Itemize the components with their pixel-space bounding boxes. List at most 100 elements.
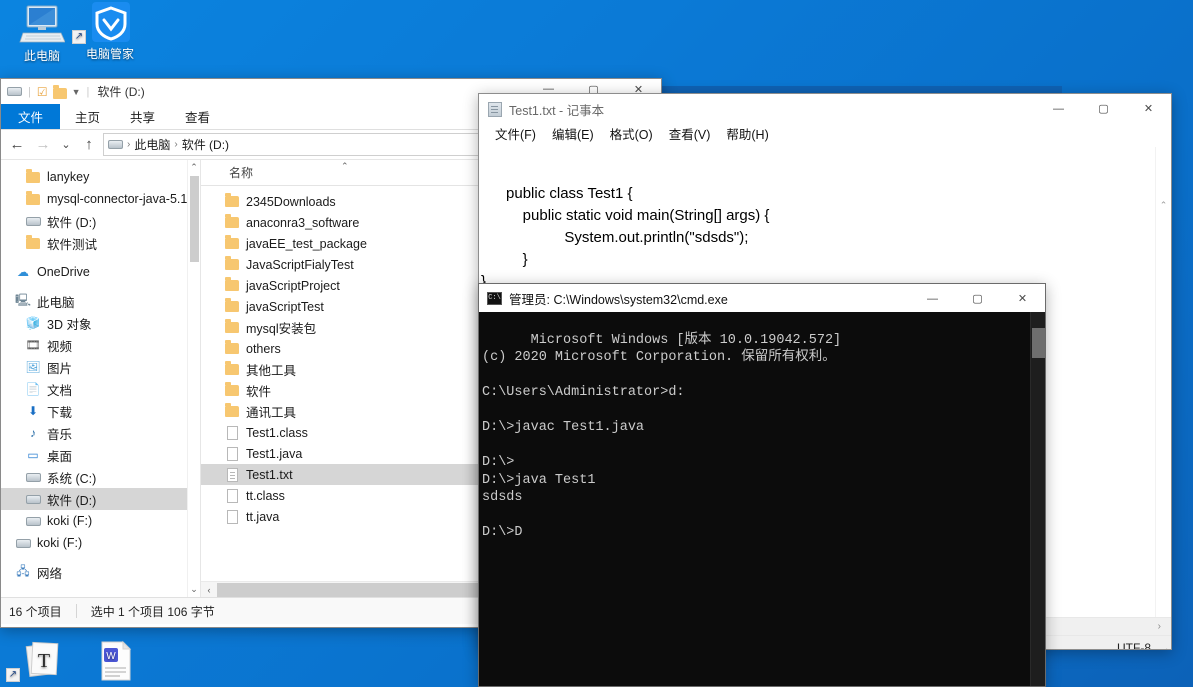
desktop-icon: ▭ [27,448,39,462]
up-button[interactable]: ↑ [77,133,101,157]
notepad-content[interactable]: public class Test1 { public static void … [481,185,769,290]
music-icon: ♪ [30,426,36,440]
breadcrumb-this-pc[interactable]: 此电脑 [134,136,170,153]
scroll-down-icon[interactable]: ⌄ [190,582,198,597]
sidebar-item-mysql-connector-java-5-1-49[interactable]: mysql-connector-java-5.1.49 [1,188,200,210]
file-icon [225,425,239,440]
sidebar-item-c[interactable]: 系统 (C:) [1,466,200,488]
folder-icon [225,277,239,291]
shortcut-arrow-icon: ↗ [72,30,86,44]
sidebar-item-[interactable]: 软件测试 [1,232,200,254]
shield-icon: ↗ [72,2,148,44]
maximize-button[interactable]: ▢ [1081,94,1126,123]
sidebar-item-[interactable]: 🖧 网络 [1,561,200,583]
font-file-icon: T ↗ [6,640,82,682]
sidebar-item-[interactable]: 📄 文档 [1,378,200,400]
sidebar-item-label: koki (F:) [47,514,93,528]
minimize-button[interactable]: — [1036,94,1081,123]
close-button[interactable]: ✕ [1000,284,1045,313]
scrollbar-thumb[interactable] [1032,328,1045,358]
notepad-menu-bar[interactable]: 文件(F) 编辑(E) 格式(O) 查看(V) 帮助(H) [479,124,1171,147]
sidebar-item-[interactable]: 🖳 此电脑 [1,290,200,312]
sidebar-item-label: OneDrive [37,265,90,279]
cmd-window-controls[interactable]: — ▢ ✕ [910,284,1045,313]
sidebar-item-label: 下载 [47,405,73,420]
menu-file[interactable]: 文件(F) [487,126,544,145]
address-breadcrumb-box[interactable]: › 此电脑 › 软件 (D:) ⌄ [103,133,519,156]
ribbon-tab-share[interactable]: 共享 [115,104,170,129]
sidebar-item-[interactable]: 🖼 图片 [1,356,200,378]
pictures-icon: 🖼 [25,360,41,374]
customize-dropdown-icon[interactable]: ▼ [72,87,81,97]
menu-edit[interactable]: 编辑(E) [544,126,602,145]
command-prompt-window[interactable]: C:\ 管理员: C:\Windows\system32\cmd.exe — ▢… [478,283,1046,687]
new-folder-icon[interactable] [52,84,67,99]
sidebar-item-d[interactable]: 软件 (D:) [1,210,200,232]
statusbar-expand-icon[interactable]: › [1158,621,1161,632]
sidebar-item-label: 网络 [37,566,63,581]
cmd-vertical-scrollbar[interactable]: ⌃ [1030,312,1045,686]
recent-locations-button[interactable]: ⌄ [57,133,75,157]
notepad-window-controls[interactable]: — ▢ ✕ [1036,94,1171,123]
resize-grip-icon[interactable]: ◢ [1160,646,1167,649]
file-name: javaEE_test_package [246,236,367,251]
sidebar-item-lanykey[interactable]: lanykey [1,166,200,188]
scroll-left-icon[interactable]: ‹ [201,585,217,595]
sidebar-item-label: 系统 (C:) [47,471,97,486]
explorer-navigation-pane[interactable]: lanykey mysql-connector-java-5.1.49 软件 (D:… [1,160,201,597]
folder-icon [225,319,239,333]
folder-icon [25,190,41,207]
folder-icon [225,214,239,228]
desktop-icon-label: 电脑管家 [85,47,134,61]
sidebar-item-koki-f[interactable]: koki (F:) [1,510,200,532]
notepad-titlebar[interactable]: Test1.txt - 记事本 — ▢ ✕ [479,94,1171,124]
file-name: 2345Downloads [246,194,336,209]
navigation-scrollbar[interactable]: ⌃ ⌄ [187,160,200,597]
forward-button[interactable]: → [31,133,55,157]
desktop-icon-font-file[interactable]: T ↗ [6,640,82,685]
desktop-icon-this-pc[interactable]: 此电脑 [4,4,80,64]
scrollbar-thumb[interactable] [190,176,199,262]
drive-icon [25,213,41,229]
breadcrumb-drive-d[interactable]: 软件 (D:) [182,136,229,153]
cmd-titlebar[interactable]: C:\ 管理员: C:\Windows\system32\cmd.exe — ▢… [479,284,1045,312]
sidebar-item-[interactable]: 🎞 视频 [1,334,200,356]
desktop-icon-pc-manager[interactable]: ↗ 电脑管家 [72,2,148,62]
sidebar-item-label: 文档 [47,383,73,398]
cmd-console-output[interactable]: Microsoft Windows [版本 10.0.19042.572] (c… [479,312,1045,686]
sidebar-item-koki-f[interactable]: koki (F:) [1,532,200,554]
menu-view[interactable]: 查看(V) [661,126,719,145]
sidebar-item-d[interactable]: 软件 (D:) [1,488,200,510]
sidebar-item-[interactable]: ⬇ 下载 [1,400,200,422]
minimize-button[interactable]: — [910,284,955,313]
toolbar-divider: | [28,85,31,98]
column-header-name[interactable]: 名称 [229,164,253,181]
scrollbar-thumb[interactable] [217,582,504,597]
file-name: tt.java [246,509,280,524]
ribbon-tab-view[interactable]: 查看 [170,104,225,129]
ribbon-tab-home[interactable]: 主页 [60,104,115,129]
sidebar-item-onedrive[interactable]: ☁ OneDrive [1,261,200,283]
desktop-icon-label: 此电脑 [23,49,60,63]
back-button[interactable]: ← [5,133,29,157]
sidebar-item-3d[interactable]: 🧊 3D 对象 [1,312,200,334]
folder-icon [225,256,239,270]
ribbon-tab-file[interactable]: 文件 [1,104,61,129]
documents-icon: 📄 [25,382,41,396]
desktop-icon-word-document[interactable]: W [76,640,152,685]
notepad-vertical-scrollbar[interactable]: ⌃ [1155,147,1171,617]
file-icon [225,509,239,524]
sidebar-item-[interactable]: ♪ 音乐 [1,422,200,444]
maximize-button[interactable]: ▢ [955,284,1000,313]
sidebar-item-label: 音乐 [47,427,73,442]
close-button[interactable]: ✕ [1126,94,1171,123]
file-name: anaconra3_software [246,215,360,230]
sidebar-item-label: 3D 对象 [47,317,92,332]
scroll-up-icon[interactable]: ⌃ [1156,191,1171,216]
quick-access-toolbar[interactable]: | ☑ ▼ | [7,84,90,99]
properties-icon[interactable]: ☑ [37,85,48,99]
sidebar-item-[interactable]: ▭ 桌面 [1,444,200,466]
menu-help[interactable]: 帮助(H) [718,126,776,145]
menu-format[interactable]: 格式(O) [602,126,661,145]
scroll-up-icon[interactable]: ⌃ [190,160,198,175]
